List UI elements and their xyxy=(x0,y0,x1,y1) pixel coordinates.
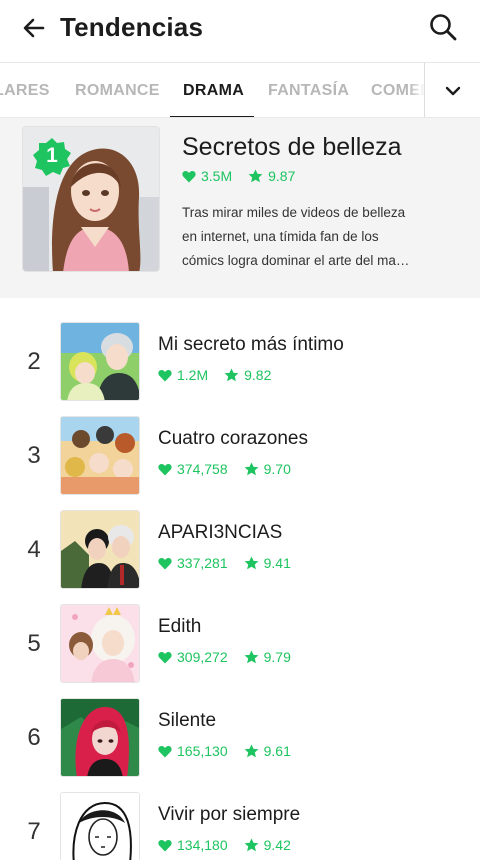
genre-tab-bar: LARES ROMANCE DRAMA FANTASÍA COMEDIA xyxy=(0,62,480,118)
featured-description-line: cómics logra dominar el arte del ma… xyxy=(182,253,410,268)
item-stats: 374,758 9.70 xyxy=(158,461,291,477)
star-icon xyxy=(244,744,259,758)
tab-populares[interactable]: LARES xyxy=(0,63,50,117)
likes-count: 1.2M xyxy=(177,367,209,383)
top-app-bar: Tendencias xyxy=(0,0,480,58)
back-button[interactable] xyxy=(18,12,50,44)
item-title: Vivir por siempre xyxy=(158,804,301,825)
likes-count: 134,180 xyxy=(177,837,228,853)
featured-rank: 1 xyxy=(46,144,58,167)
item-stats: 337,281 9.41 xyxy=(158,555,291,571)
tab-romance[interactable]: ROMANCE xyxy=(75,63,160,117)
likes-count: 374,758 xyxy=(177,461,228,477)
item-title: Mi secreto más íntimo xyxy=(158,334,344,355)
thumbnail xyxy=(60,604,140,683)
rating-value: 9.42 xyxy=(263,837,291,853)
heart-icon xyxy=(158,745,172,757)
item-stats: 134,180 9.42 xyxy=(158,837,291,853)
star-icon xyxy=(244,462,259,476)
featured-description: Tras mirar miles de videos de belleza en… xyxy=(182,201,452,273)
featured-stats: 3.5M 9.87 xyxy=(182,168,295,184)
heart-icon xyxy=(158,839,172,851)
heart-icon xyxy=(158,557,172,569)
list-item[interactable]: 7 Vivir por siempre 134,180 9.42 xyxy=(0,790,480,860)
item-title: APARI3NCIAS xyxy=(158,522,283,543)
list-item[interactable]: 4 APARI3NCIAS 337,281 9.41 xyxy=(0,508,480,602)
list-item[interactable]: 3 Cuatro corazones 374,758 9.70 xyxy=(0,414,480,508)
rank-number: 5 xyxy=(27,630,41,657)
heart-icon xyxy=(158,463,172,475)
search-icon xyxy=(430,14,457,41)
tab-drama[interactable]: DRAMA xyxy=(183,63,244,117)
rank-number: 2 xyxy=(27,348,41,375)
rating-value: 9.61 xyxy=(263,743,291,759)
star-icon xyxy=(248,169,263,183)
rank-number: 4 xyxy=(27,536,41,563)
star-icon xyxy=(244,556,259,570)
star-icon xyxy=(244,650,259,664)
rank-number: 3 xyxy=(27,442,41,469)
star-icon xyxy=(224,368,239,382)
thumbnail xyxy=(60,792,140,860)
rating-value: 9.79 xyxy=(263,649,291,665)
list-item[interactable]: 6 Silente 165,130 9.61 xyxy=(0,696,480,790)
likes-count: 337,281 xyxy=(177,555,228,571)
item-stats: 1.2M 9.82 xyxy=(158,367,271,383)
arrow-left-icon xyxy=(23,18,45,38)
featured-rating: 9.87 xyxy=(268,168,296,184)
chevron-down-icon xyxy=(445,86,460,96)
list-item[interactable]: 2 Mi secreto más íntimo 1.2M 9.82 xyxy=(0,320,480,414)
more-genres-button[interactable] xyxy=(424,63,480,117)
item-title: Silente xyxy=(158,710,217,731)
thumbnail xyxy=(60,510,140,589)
tab-fantasia[interactable]: FANTASÍA xyxy=(268,63,349,117)
featured-description-line: Tras mirar miles de videos de belleza xyxy=(182,205,406,220)
item-stats: 165,130 9.61 xyxy=(158,743,291,759)
likes-count: 309,272 xyxy=(177,649,228,665)
star-icon xyxy=(244,838,259,852)
item-title: Edith xyxy=(158,616,202,637)
search-button[interactable] xyxy=(426,10,460,44)
thumbnail xyxy=(60,698,140,777)
item-stats: 309,272 9.79 xyxy=(158,649,291,665)
heart-icon xyxy=(158,369,172,381)
featured-description-line: en internet, una tímida fan de los xyxy=(182,229,379,244)
rank-number: 7 xyxy=(27,818,41,845)
item-title: Cuatro corazones xyxy=(158,428,308,449)
list-item[interactable]: 5 Edith 309,272 9.79 xyxy=(0,602,480,696)
thumbnail xyxy=(60,322,140,401)
rank-number: 6 xyxy=(27,724,41,751)
featured-title: Secretos de belleza xyxy=(182,133,402,161)
likes-count: 165,130 xyxy=(177,743,228,759)
rating-value: 9.41 xyxy=(263,555,291,571)
featured-likes: 3.5M xyxy=(201,168,233,184)
rating-value: 9.70 xyxy=(263,461,291,477)
heart-icon xyxy=(158,651,172,663)
rating-value: 9.82 xyxy=(244,367,272,383)
page-title: Tendencias xyxy=(60,12,204,42)
thumbnail xyxy=(60,416,140,495)
heart-icon xyxy=(182,170,196,182)
